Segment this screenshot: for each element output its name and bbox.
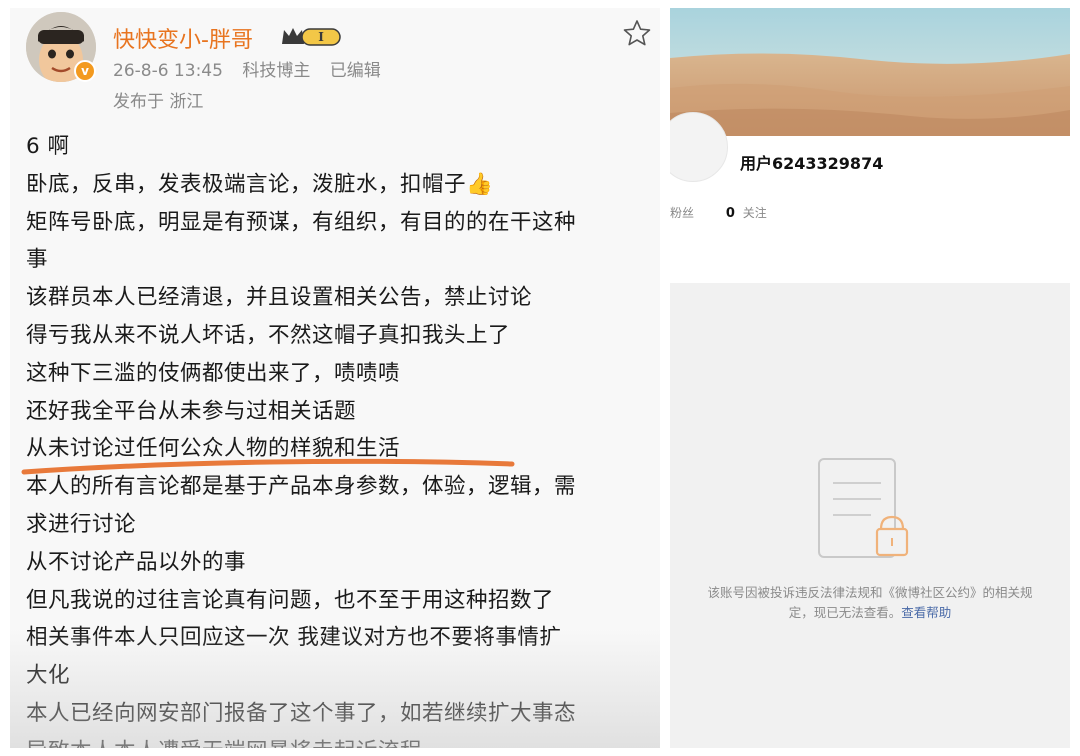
post-line: 6 啊: [26, 134, 70, 159]
post-line: 从不讨论产品以外的事: [26, 549, 247, 575]
follow-label[interactable]: 关注: [743, 206, 767, 220]
cover-image: [670, 8, 1070, 136]
edited-label[interactable]: 已编辑: [330, 61, 381, 81]
notice-line-1: 该账号因被投诉违反法律法规和《微博社区公约》的相关规: [707, 585, 1033, 600]
help-link[interactable]: 查看帮助: [901, 605, 951, 620]
author-category: 科技博主: [242, 61, 311, 81]
verified-badge-icon: v: [74, 60, 96, 82]
post-location: 发布于 浙江: [113, 92, 204, 112]
document-lock-icon: [818, 458, 909, 558]
bottom-strip: [0, 748, 1080, 756]
author-name[interactable]: 快快变小-胖哥: [113, 22, 253, 54]
post-body: 6 啊 卧底，反串，发表极端言论，泼脏水，扣帽子👍 矩阵号卧底，明显是有预谋，有…: [26, 128, 656, 748]
post-line: 但凡我说的过往言论真有问题，也不至于用这种招数了: [26, 587, 555, 613]
profile-username: 用户6243329874: [740, 154, 884, 173]
blocked-notice-area: 该账号因被投诉违反法律法规和《微博社区公约》的相关规 定，现已无法查看。查看帮助: [670, 283, 1070, 748]
post-line: 求进行讨论: [26, 511, 137, 537]
post-panel: v 快快变小-胖哥 I 26-8-6 13:45 科技博主 已编辑 发布于 浙江…: [10, 8, 660, 748]
vip-crown-badge-icon: I: [282, 28, 341, 46]
fans-label[interactable]: 粉丝: [670, 206, 694, 220]
post-line: 还好我全平台从未参与过相关话题: [26, 398, 357, 424]
follow-count[interactable]: 0: [726, 206, 735, 221]
post-date: 26-8-6 13:45: [113, 61, 223, 81]
post-line: 本人已经向网安部门报备了这个事了，如若继续扩大事态: [26, 700, 577, 726]
post-line: 这种下三滥的伎俩都使出来了，啧啧啧: [26, 360, 401, 386]
hand-drawn-underline: [21, 458, 515, 475]
post-line: 事: [26, 247, 49, 273]
profile-panel: 用户6243329874 粉丝 0 关注 该账号因被投诉违反法律法规和《微博社区…: [670, 8, 1070, 748]
post-line: 大化: [26, 663, 71, 689]
post-line: 矩阵号卧底，明显是有预谋，有组织，有目的的在干这种: [26, 209, 577, 235]
post-line: 相关事件本人只回应这一次 我建议对方也不要将事情扩: [26, 625, 562, 651]
notice-line-2: 定，现已无法查看。: [788, 605, 902, 620]
vip-level-text: I: [318, 30, 324, 44]
blocked-notice-text: 该账号因被投诉违反法律法规和《微博社区公约》的相关规 定，现已无法查看。查看帮助: [670, 583, 1070, 623]
profile-stats: 粉丝 0 关注: [670, 204, 767, 221]
post-meta: 26-8-6 13:45 科技博主 已编辑: [113, 56, 395, 81]
post-line: 卧底，反串，发表极端言论，泼脏水，扣帽子👍: [26, 171, 494, 197]
post-line: 该群员本人已经清退，并且设置相关公告，禁止讨论: [26, 285, 533, 311]
post-line: 导致本人本人遭受无端网暴将走起诉流程: [26, 733, 656, 748]
post-line: 得亏我从来不说人坏话，不然这帽子真扣我头上了: [26, 322, 511, 348]
star-icon[interactable]: [622, 18, 652, 48]
